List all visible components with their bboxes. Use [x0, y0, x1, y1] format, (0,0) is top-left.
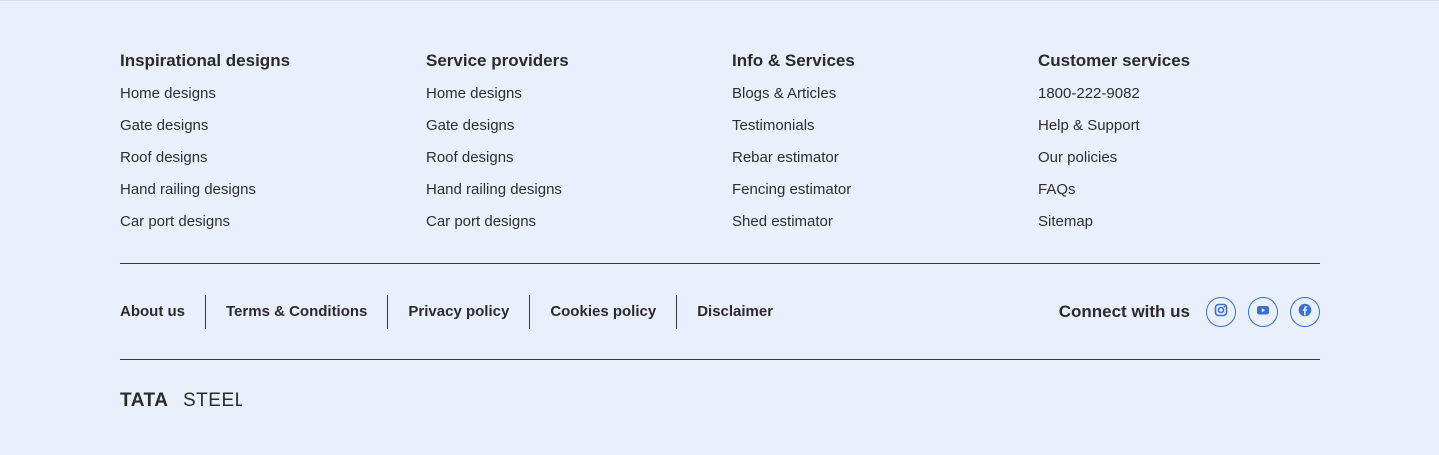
svg-text:STEEL: STEEL — [183, 390, 242, 409]
column-inspirational-designs: Inspirational designs Home designs Gate … — [120, 50, 420, 242]
list-item: Fencing estimator — [732, 178, 1032, 210]
column-links: Home designs Gate designs Roof designs H… — [426, 82, 726, 242]
footer-link[interactable]: Rebar estimator — [732, 149, 839, 166]
list-item: Roof designs — [120, 146, 420, 178]
facebook-icon — [1298, 303, 1312, 322]
list-item: Sitemap — [1038, 210, 1338, 242]
list-item: Gate designs — [426, 114, 726, 146]
list-item: Blogs & Articles — [732, 82, 1032, 114]
footer-link[interactable]: FAQs — [1038, 181, 1076, 198]
youtube-icon — [1256, 303, 1270, 322]
list-item: Roof designs — [426, 146, 726, 178]
footer-link-columns: Inspirational designs Home designs Gate … — [120, 50, 1320, 240]
instagram-button[interactable] — [1206, 297, 1236, 327]
list-item: Car port designs — [426, 210, 726, 242]
footer-link[interactable]: Our policies — [1038, 149, 1117, 166]
column-heading: Info & Services — [732, 51, 855, 70]
column-heading: Customer services — [1038, 51, 1191, 70]
footer-link[interactable]: Home designs — [120, 85, 216, 102]
list-item: Testimonials — [732, 114, 1032, 146]
divider — [120, 359, 1320, 360]
terms-conditions-link[interactable]: Terms & Conditions — [205, 295, 387, 329]
footer-link[interactable]: Gate designs — [426, 117, 514, 134]
list-item: Our policies — [1038, 146, 1338, 178]
column-heading: Service providers — [426, 51, 569, 70]
list-item: Hand railing designs — [120, 178, 420, 210]
footer-link[interactable]: Home designs — [426, 85, 522, 102]
footer-link[interactable]: Testimonials — [732, 117, 815, 134]
footer-link[interactable]: Hand railing designs — [426, 181, 562, 198]
connect-label: Connect with us — [1058, 302, 1190, 321]
footer-link[interactable]: Help & Support — [1038, 117, 1140, 134]
instagram-icon — [1214, 303, 1228, 322]
list-item: FAQs — [1038, 178, 1338, 210]
column-links: Home designs Gate designs Roof designs H… — [120, 82, 420, 242]
column-links: Blogs & Articles Testimonials Rebar esti… — [732, 82, 1032, 242]
privacy-policy-link[interactable]: Privacy policy — [387, 295, 529, 329]
list-item: Home designs — [426, 82, 726, 114]
list-item: 1800-222-9082 — [1038, 82, 1338, 114]
svg-text:TATA: TATA — [120, 390, 168, 409]
footer-link[interactable]: Hand railing designs — [120, 181, 256, 198]
cookies-policy-link[interactable]: Cookies policy — [529, 295, 676, 329]
legal-links: About us Terms & Conditions Privacy poli… — [120, 295, 793, 329]
footer-link[interactable]: Gate designs — [120, 117, 208, 134]
list-item: Shed estimator — [732, 210, 1032, 242]
column-links: 1800-222-9082 Help & Support Our policie… — [1038, 82, 1338, 242]
footer-link[interactable]: Roof designs — [426, 149, 514, 166]
list-item: Hand railing designs — [426, 178, 726, 210]
footer-link[interactable]: Car port designs — [120, 213, 230, 230]
tata-steel-logo[interactable]: TATA STEEL — [120, 388, 242, 410]
footer-link[interactable]: Blogs & Articles — [732, 85, 836, 102]
footer-link[interactable]: Roof designs — [120, 149, 208, 166]
column-service-providers: Service providers Home designs Gate desi… — [426, 50, 726, 242]
youtube-button[interactable] — [1248, 297, 1278, 327]
phone-link[interactable]: 1800-222-9082 — [1038, 85, 1140, 102]
footer-link[interactable]: Car port designs — [426, 213, 536, 230]
list-item: Home designs — [120, 82, 420, 114]
footer-link[interactable]: Sitemap — [1038, 213, 1093, 230]
column-info-services: Info & Services Blogs & Articles Testimo… — [732, 50, 1032, 242]
list-item: Gate designs — [120, 114, 420, 146]
list-item: Car port designs — [120, 210, 420, 242]
top-border — [0, 0, 1439, 1]
facebook-button[interactable] — [1290, 297, 1320, 327]
disclaimer-link[interactable]: Disclaimer — [676, 295, 793, 329]
connect-with-us: Connect with us — [1059, 295, 1320, 329]
about-us-link[interactable]: About us — [120, 295, 205, 329]
column-customer-services: Customer services 1800-222-9082 Help & S… — [1038, 50, 1338, 242]
list-item: Rebar estimator — [732, 146, 1032, 178]
divider — [120, 263, 1320, 264]
column-heading: Inspirational designs — [120, 51, 291, 70]
footer-link[interactable]: Fencing estimator — [732, 181, 851, 198]
footer-link[interactable]: Shed estimator — [732, 213, 833, 230]
list-item: Help & Support — [1038, 114, 1338, 146]
